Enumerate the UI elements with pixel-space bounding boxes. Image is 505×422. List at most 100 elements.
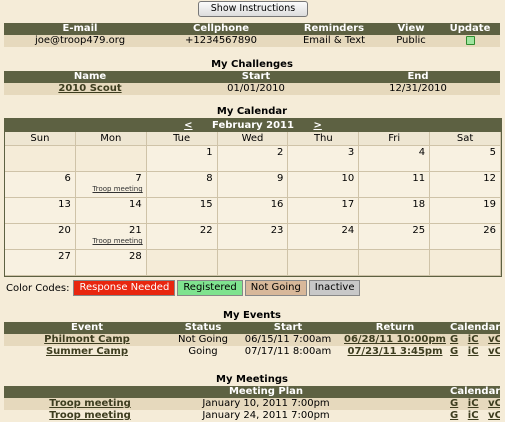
vcal-link[interactable]: vC [488, 410, 500, 421]
day-cell[interactable]: 19 [430, 198, 501, 224]
day-cell[interactable]: 14 [75, 198, 147, 224]
day-cell[interactable]: 18 [359, 198, 431, 224]
day-cell[interactable]: 6 [5, 172, 76, 198]
day-cell[interactable]: 16 [217, 198, 289, 224]
day-cell[interactable]: 7 Troop meeting [75, 172, 147, 198]
day-cell[interactable]: 22 [146, 224, 218, 250]
ical-link[interactable]: iC [468, 410, 479, 421]
day-cell[interactable]: 5 [430, 146, 501, 172]
ical-link[interactable]: iC [468, 334, 479, 345]
challenges-title: My Challenges [211, 59, 293, 70]
ical-link[interactable]: iC [468, 398, 479, 409]
event-calendar-links: G iC vC [450, 334, 500, 346]
header-reminders: Reminders [303, 23, 365, 34]
event-status: Going [188, 346, 218, 357]
day-cell[interactable]: 1 [146, 146, 218, 172]
header-cellphone: Cellphone [192, 23, 250, 34]
day-cell[interactable]: 17 [288, 198, 360, 224]
header-meeting-calendar: Calendar [450, 386, 500, 397]
weekday-thu: Thu [288, 132, 360, 146]
ical-link[interactable]: iC [468, 346, 479, 357]
challenges-header-row: Name Start End [4, 71, 500, 83]
event-start: 07/17/11 8:00am [244, 346, 332, 357]
calendar-event-link[interactable]: Troop meeting [92, 185, 142, 193]
google-calendar-link[interactable]: G [450, 398, 458, 409]
header-status: Status [184, 322, 222, 333]
calendar-event-link[interactable]: Troop meeting [92, 237, 142, 245]
meeting-row: Troop meeting January 24, 2011 7:00pm G … [4, 410, 500, 422]
event-return-link[interactable]: 06/28/11 10:00pm [344, 334, 446, 345]
event-link[interactable]: Summer Camp [46, 346, 128, 357]
day-cell[interactable]: 2 [217, 146, 289, 172]
day-cell[interactable]: 4 [359, 146, 431, 172]
vcal-link[interactable]: vC [488, 398, 500, 409]
header-update: Update [449, 23, 491, 34]
weekday-row: Sun Mon Tue Wed Thu Fri Sat [5, 132, 501, 146]
vcal-link[interactable]: vC [488, 334, 500, 345]
edit-icon[interactable] [465, 35, 475, 45]
day-cell-empty [288, 250, 360, 276]
google-calendar-link[interactable]: G [450, 410, 458, 421]
meeting-link[interactable]: Troop meeting [49, 398, 131, 409]
google-calendar-link[interactable]: G [450, 346, 458, 357]
day-cell[interactable]: 8 [146, 172, 218, 198]
email-value: joe@troop479.org [34, 35, 126, 46]
challenge-start: 01/01/2010 [227, 83, 285, 94]
header-calendar: Calendar [450, 322, 500, 333]
view-value: Public [396, 35, 426, 46]
header-end: End [407, 71, 429, 82]
challenge-name[interactable]: 2010 Scout [4, 83, 176, 95]
day-cell[interactable]: 13 [5, 198, 76, 224]
day-cell[interactable]: 23 [217, 224, 289, 250]
day-cell[interactable]: 15 [146, 198, 218, 224]
event-start: 06/15/11 7:00am [244, 334, 332, 345]
day-cell[interactable]: 10 [288, 172, 360, 198]
challenge-link[interactable]: 2010 Scout [58, 83, 121, 94]
swatch-not-going: Not Going [244, 280, 307, 296]
meetings-header-row: Meeting Plan Calendar [4, 386, 500, 398]
vcal-link[interactable]: vC [488, 346, 500, 357]
header-email: E-mail [62, 23, 98, 34]
day-cell[interactable]: 26 [430, 224, 501, 250]
challenge-end: 12/31/2010 [389, 83, 447, 94]
header-start: Start [241, 71, 271, 82]
day-cell[interactable]: 24 [288, 224, 360, 250]
day-cell[interactable]: 28 [75, 250, 147, 276]
day-cell-empty [217, 250, 289, 276]
day-cell[interactable]: 20 [5, 224, 76, 250]
challenge-row: 2010 Scout 01/01/2010 12/31/2010 [4, 83, 500, 95]
day-cell[interactable]: 27 [5, 250, 76, 276]
day-cell[interactable]: 3 [288, 146, 360, 172]
weekday-fri: Fri [359, 132, 431, 146]
meetings-title: My Meetings [216, 374, 288, 385]
update-cell [440, 35, 500, 47]
day-cell-empty [430, 250, 501, 276]
calendar-days: 1 2 3 4 5 6 7 Troop meeting 8 9 10 11 12 … [5, 146, 501, 276]
day-cell-empty [359, 250, 431, 276]
meetings-table: Meeting Plan Calendar Troop meeting Janu… [4, 386, 500, 422]
contact-row: joe@troop479.org +1234567890 Email & Tex… [4, 35, 500, 47]
meeting-link[interactable]: Troop meeting [49, 410, 131, 421]
header-name: Name [73, 71, 107, 82]
day-cell[interactable]: 25 [359, 224, 431, 250]
show-instructions-button[interactable]: Show Instructions [198, 1, 308, 17]
meeting-row: Troop meeting January 10, 2011 7:00pm G … [4, 398, 500, 410]
event-link[interactable]: Philmont Camp [44, 334, 130, 345]
day-cell[interactable]: 11 [359, 172, 431, 198]
next-month-link[interactable]: > [313, 120, 321, 131]
contact-header-row: E-mail Cellphone Reminders View Update [4, 23, 500, 35]
event-return-link[interactable]: 07/23/11 3:45pm [348, 346, 443, 357]
swatch-response-needed: Response Needed [73, 280, 176, 296]
color-codes-label: Color Codes: [6, 282, 70, 294]
google-calendar-link[interactable]: G [450, 334, 458, 345]
header-return: Return [375, 322, 415, 333]
challenges-table: Name Start End 2010 Scout 01/01/2010 12/… [4, 71, 500, 95]
header-event: Event [70, 322, 104, 333]
day-cell[interactable]: 12 [430, 172, 501, 198]
events-header-row: Event Status Start Return Calendar [4, 322, 500, 334]
calendar-header: < February 2011 > [5, 119, 501, 132]
day-cell[interactable]: 9 [217, 172, 289, 198]
day-cell[interactable]: 21 Troop meeting [75, 224, 147, 250]
prev-month-link[interactable]: < [184, 120, 192, 131]
header-view: View [397, 23, 425, 34]
